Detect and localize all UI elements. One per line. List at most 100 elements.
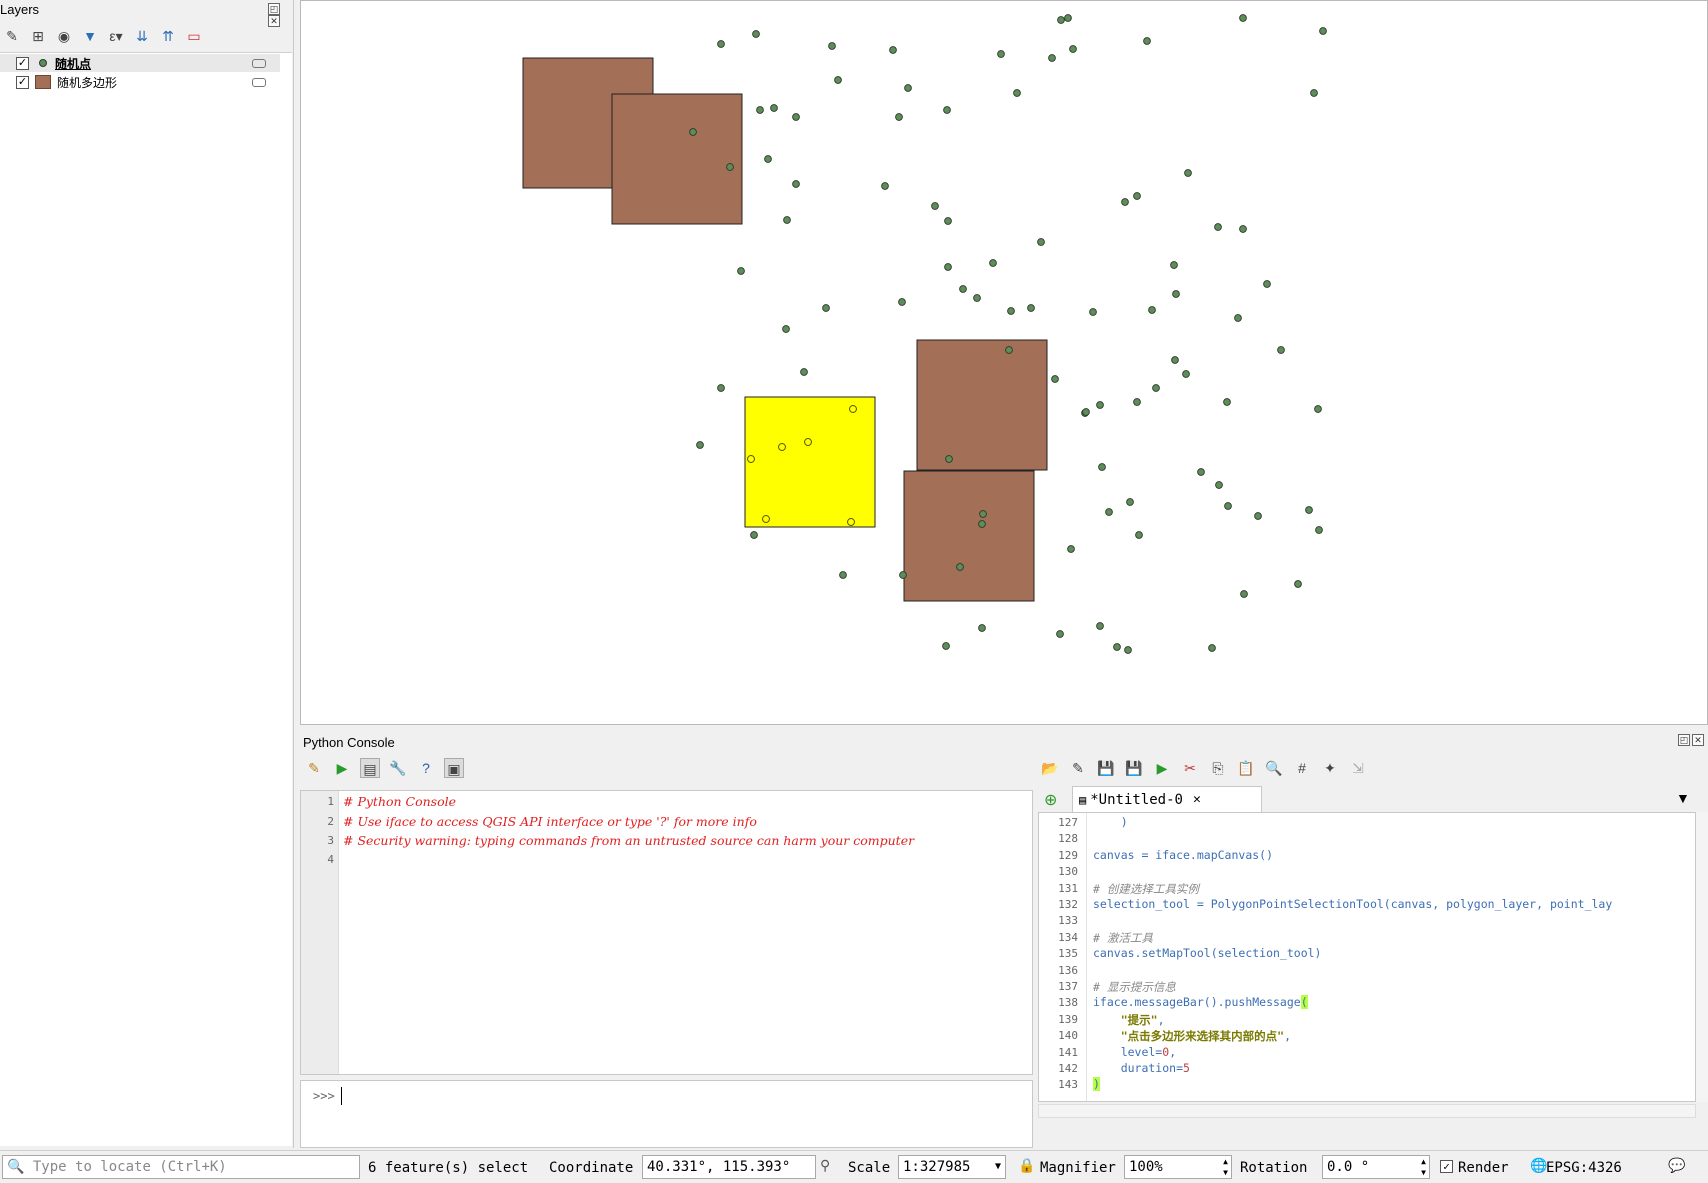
crs-globe-icon[interactable]: 🌐	[1530, 1158, 1547, 1174]
point-feature[interactable]	[898, 298, 906, 306]
point-feature[interactable]	[1124, 646, 1132, 654]
point-feature[interactable]	[756, 106, 764, 114]
magnifier-spinbox[interactable]: 100% ▲ ▼	[1124, 1155, 1232, 1179]
scale-combobox[interactable]: 1:327985 ▼	[898, 1155, 1006, 1179]
selected-point-feature[interactable]	[778, 443, 786, 451]
selected-point-feature[interactable]	[847, 518, 855, 526]
point-feature[interactable]	[943, 106, 951, 114]
point-feature[interactable]	[1197, 468, 1205, 476]
save-icon[interactable]: 💾	[1096, 758, 1116, 778]
point-feature[interactable]	[1069, 45, 1077, 53]
polygon-feature[interactable]	[611, 93, 743, 225]
point-feature[interactable]	[1096, 622, 1104, 630]
filter-expression-icon[interactable]: ε▾	[106, 26, 126, 46]
point-feature[interactable]	[1121, 198, 1129, 206]
rotation-spinbox[interactable]: 0.0 ° ▲ ▼	[1322, 1155, 1430, 1179]
point-feature[interactable]	[1037, 238, 1045, 246]
object-inspector-icon[interactable]: ✦	[1320, 758, 1340, 778]
share-icon[interactable]: ⇲	[1348, 758, 1368, 778]
point-feature[interactable]	[1007, 307, 1015, 315]
point-feature[interactable]	[1089, 308, 1097, 316]
map-canvas[interactable]	[300, 0, 1708, 725]
map-svg[interactable]	[301, 1, 1708, 725]
point-feature[interactable]	[944, 217, 952, 225]
point-feature[interactable]	[895, 113, 903, 121]
point-feature[interactable]	[1126, 498, 1134, 506]
layer-indicator-icon[interactable]	[252, 77, 266, 87]
point-feature[interactable]	[750, 531, 758, 539]
spin-arrows-icon[interactable]: ▲ ▼	[1421, 1156, 1426, 1178]
point-feature[interactable]	[1005, 346, 1013, 354]
show-editor-icon[interactable]: ▤	[360, 758, 380, 778]
point-feature[interactable]	[792, 113, 800, 121]
point-feature[interactable]	[1096, 401, 1104, 409]
point-feature[interactable]	[1135, 531, 1143, 539]
float-console-icon[interactable]: ◰	[1678, 734, 1690, 746]
point-feature[interactable]	[1105, 508, 1113, 516]
point-feature[interactable]	[1056, 630, 1064, 638]
point-feature[interactable]	[1214, 223, 1222, 231]
console-input[interactable]: >>>	[300, 1080, 1033, 1148]
point-feature[interactable]	[1234, 314, 1242, 322]
messages-icon[interactable]: 💬	[1668, 1158, 1685, 1174]
point-feature[interactable]	[1314, 405, 1322, 413]
point-feature[interactable]	[989, 259, 997, 267]
point-feature[interactable]	[1152, 384, 1160, 392]
style-manager-icon[interactable]: ✎	[2, 26, 22, 46]
code-editor[interactable]: 127 128 129 130 131 132 133 134 135 136 137 138 139 1…	[1038, 812, 1696, 1102]
point-feature[interactable]	[978, 520, 986, 528]
point-feature[interactable]	[717, 384, 725, 392]
toggle-extents-icon[interactable]: ⚲	[820, 1158, 830, 1174]
point-feature[interactable]	[1143, 37, 1151, 45]
point-feature[interactable]	[931, 202, 939, 210]
paste-icon[interactable]: 📋	[1236, 758, 1256, 778]
point-feature[interactable]	[1170, 261, 1178, 269]
point-feature[interactable]	[1310, 89, 1318, 97]
point-feature[interactable]	[783, 216, 791, 224]
point-feature[interactable]	[1013, 89, 1021, 97]
point-feature[interactable]	[1182, 370, 1190, 378]
point-feature[interactable]	[822, 304, 830, 312]
layer-item-polygons[interactable]: ✓ 随机多边形	[0, 73, 280, 91]
point-feature[interactable]	[1277, 346, 1285, 354]
point-feature[interactable]	[696, 441, 704, 449]
point-feature[interactable]	[1048, 54, 1056, 62]
point-feature[interactable]	[1113, 643, 1121, 651]
point-feature[interactable]	[839, 571, 847, 579]
point-feature[interactable]	[979, 510, 987, 518]
layer-visibility-checkbox[interactable]: ✓	[16, 75, 29, 89]
float-panel-icon[interactable]: ◰	[268, 3, 280, 15]
crs-button[interactable]: EPSG:4326	[1546, 1160, 1622, 1176]
point-feature[interactable]	[1027, 304, 1035, 312]
point-feature[interactable]	[726, 163, 734, 171]
point-feature[interactable]	[828, 42, 836, 50]
point-feature[interactable]	[1133, 398, 1141, 406]
point-feature[interactable]	[834, 76, 842, 84]
help-icon[interactable]: ?	[416, 758, 436, 778]
tab-list-chevron-icon[interactable]: ▼	[1676, 790, 1690, 806]
point-feature[interactable]	[1240, 590, 1248, 598]
selected-point-feature[interactable]	[804, 438, 812, 446]
dock-editor-icon[interactable]: ▣	[444, 758, 464, 778]
editor-vertical-scrollbar[interactable]	[1696, 812, 1708, 1102]
point-feature[interactable]	[770, 104, 778, 112]
point-feature[interactable]	[752, 30, 760, 38]
point-feature[interactable]	[1057, 16, 1065, 24]
point-feature[interactable]	[1064, 14, 1072, 22]
point-feature[interactable]	[1171, 356, 1179, 364]
polygon-feature[interactable]	[903, 470, 1035, 602]
chevron-down-icon[interactable]: ▼	[995, 1156, 1001, 1178]
open-file-icon[interactable]: 📂	[1040, 758, 1060, 778]
collapse-all-icon[interactable]: ⇈	[158, 26, 178, 46]
point-feature[interactable]	[1133, 192, 1141, 200]
point-feature[interactable]	[973, 294, 981, 302]
remove-layer-icon[interactable]: ▭	[184, 26, 204, 46]
locator-search-input[interactable]: 🔍 Type to locate (Ctrl+K)	[2, 1155, 360, 1179]
options-icon[interactable]: 🔧	[388, 758, 408, 778]
close-tab-icon[interactable]: ✕	[1193, 792, 1201, 807]
lock-scale-icon[interactable]: 🔒	[1018, 1158, 1035, 1174]
selected-polygon[interactable]	[744, 396, 876, 528]
point-feature[interactable]	[881, 182, 889, 190]
point-feature[interactable]	[944, 263, 952, 271]
close-console-icon[interactable]: ✕	[1692, 734, 1704, 746]
